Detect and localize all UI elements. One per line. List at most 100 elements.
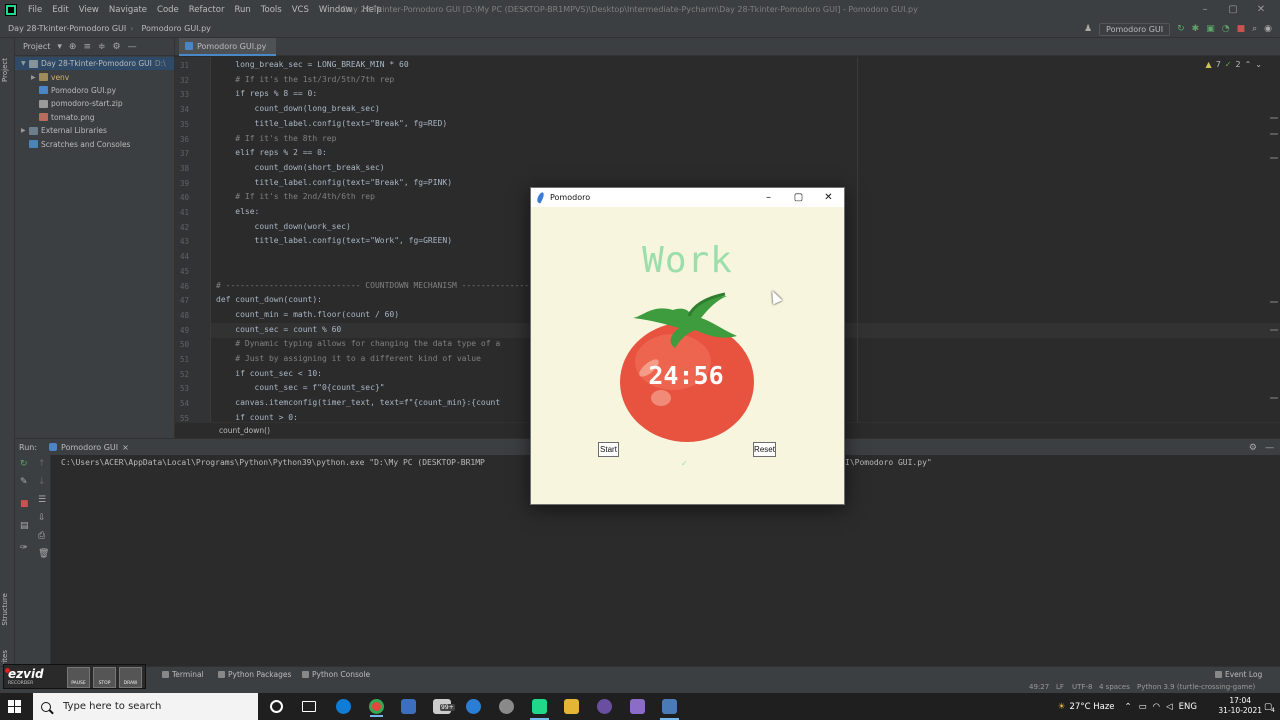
line-separator[interactable]: LF <box>1056 683 1064 691</box>
ezvid-draw-button[interactable]: DRAW <box>119 667 142 688</box>
menu-navigate[interactable]: Navigate <box>104 5 152 15</box>
chevron-up-icon[interactable]: ⌃ <box>1125 702 1132 712</box>
chevron-right-icon[interactable]: ▶ <box>21 127 29 134</box>
expand-all-icon[interactable]: ≡ <box>83 42 91 52</box>
minimize-icon[interactable]: – <box>1198 3 1212 17</box>
tree-item-venv[interactable]: ▶ venv <box>15 70 174 83</box>
taskbar-search-box[interactable]: Type here to search <box>33 693 258 720</box>
print-icon[interactable]: ⎙ <box>38 531 45 541</box>
menu-edit[interactable]: Edit <box>47 5 73 15</box>
collapse-all-icon[interactable]: ≑ <box>98 42 106 52</box>
scroll-to-end-icon[interactable]: ⇩ <box>38 513 46 523</box>
chevron-down-icon[interactable]: ⌄ <box>1255 60 1262 69</box>
editor-breadcrumb-function[interactable]: count_down() <box>219 426 270 435</box>
network-icon[interactable]: ◠ <box>1153 702 1160 712</box>
minimize-icon[interactable]: – <box>761 190 776 205</box>
tree-item-tomato-png[interactable]: tomato.png <box>15 111 174 124</box>
run-config-selector[interactable]: Pomodoro GUI <box>1099 22 1171 36</box>
file-encoding[interactable]: UTF-8 <box>1072 683 1092 691</box>
python-console-tool-button[interactable]: Python Console <box>302 670 370 679</box>
trash-icon[interactable]: 🗑 <box>38 549 49 559</box>
debug-icon[interactable]: ✱ <box>1192 24 1200 34</box>
close-icon[interactable]: × <box>122 443 129 452</box>
menu-view[interactable]: View <box>74 5 104 15</box>
event-log-button[interactable]: Event Log <box>1215 670 1262 679</box>
ezvid-stop-button[interactable]: STOP <box>93 667 116 688</box>
start-button[interactable]: Start <box>598 442 619 457</box>
taskbar-clock[interactable]: 17:04 31-10-2021 <box>1218 696 1262 716</box>
user-icon[interactable]: ♟ <box>1084 24 1092 34</box>
coverage-icon[interactable]: ▣ <box>1206 24 1215 34</box>
indent-setting[interactable]: 4 spaces <box>1099 683 1130 691</box>
gear-icon[interactable]: ⚙ <box>113 42 121 52</box>
stop-icon[interactable]: ■ <box>20 499 29 509</box>
menu-tools[interactable]: Tools <box>256 5 287 15</box>
maximize-icon[interactable]: ▢ <box>1226 3 1240 17</box>
profile-icon[interactable]: ◔ <box>1222 24 1230 34</box>
layout-icon[interactable]: ▤ <box>20 521 29 531</box>
tree-item-pomodoro-py[interactable]: Pomodoro GUI.py <box>15 84 174 97</box>
project-tool-tab[interactable]: Project <box>1 58 13 82</box>
ide-update-icon[interactable]: ◉ <box>1264 24 1272 34</box>
menu-code[interactable]: Code <box>152 5 184 15</box>
chevron-down-icon[interactable]: ▼ <box>21 60 29 67</box>
search-everywhere-icon[interactable]: ⌕ <box>1252 24 1257 34</box>
settings-app-icon[interactable] <box>499 699 514 714</box>
chrome-icon[interactable] <box>369 699 384 717</box>
gear-icon[interactable]: ⚙ <box>1249 443 1257 453</box>
chevron-up-icon[interactable]: ⌃ <box>1245 60 1252 69</box>
terminal-tool-button[interactable]: Terminal <box>162 670 204 679</box>
task-view-icon[interactable] <box>302 701 316 712</box>
pomodoro-titlebar[interactable]: Pomodoro – ▢ ✕ <box>531 188 844 207</box>
menu-refactor[interactable]: Refactor <box>184 5 230 15</box>
maximize-icon[interactable]: ▢ <box>791 190 806 205</box>
editor-tab-pomodoro-gui[interactable]: Pomodoro GUI.py <box>179 38 277 56</box>
inspection-status[interactable]: ▲ 7 ✓ 2 ⌃ ⌄ <box>1206 60 1262 69</box>
cortana-icon[interactable] <box>270 700 283 713</box>
arrow-down-icon[interactable]: ↓ <box>38 477 46 487</box>
pycharm-taskbar-icon[interactable] <box>530 699 549 720</box>
rerun-icon[interactable]: ↻ <box>1177 24 1185 34</box>
python-packages-tool-button[interactable]: Python Packages <box>218 670 291 679</box>
breadcrumb-file[interactable]: Pomodoro GUI.py <box>133 24 214 33</box>
wrench-icon[interactable]: ✎ <box>20 477 28 487</box>
menu-run[interactable]: Run <box>229 5 255 15</box>
pin-icon[interactable]: ✑ <box>20 543 28 553</box>
tree-item-project-root[interactable]: ▼ Day 28-Tkinter-Pomodoro GUI D:\ <box>15 57 174 71</box>
app-icon[interactable] <box>401 699 416 714</box>
battery-icon[interactable]: ▭ <box>1139 702 1147 712</box>
reset-button[interactable]: Reset <box>753 442 776 457</box>
file-explorer-icon[interactable] <box>564 699 579 714</box>
cursor-position[interactable]: 49:27 <box>1029 683 1049 691</box>
mail-icon[interactable]: 99+ <box>433 699 455 714</box>
tkinter-taskbar-icon[interactable] <box>660 699 679 720</box>
close-icon[interactable]: ✕ <box>821 190 836 205</box>
tree-item-scratches[interactable]: Scratches and Consoles <box>15 137 174 150</box>
volume-icon[interactable]: ◁ <box>1166 702 1173 712</box>
scrollbar-markers[interactable] <box>1270 57 1278 422</box>
dropdown-icon[interactable]: ▾ <box>57 42 62 52</box>
close-icon[interactable]: ✕ <box>1254 3 1268 17</box>
windows-start-icon[interactable] <box>8 700 21 713</box>
weather-text[interactable]: 27°C Haze <box>1070 702 1115 712</box>
arrow-up-icon[interactable]: ↑ <box>38 459 46 469</box>
tree-item-zip[interactable]: pomodoro-start.zip <box>15 97 174 110</box>
stop-icon[interactable]: ■ <box>1237 24 1246 34</box>
menu-file[interactable]: File <box>23 5 47 15</box>
app3-icon[interactable] <box>630 699 645 714</box>
edge-icon[interactable] <box>336 699 351 714</box>
app2-icon[interactable] <box>597 699 612 714</box>
run-tab-pomodoro-gui[interactable]: Pomodoro GUI × <box>49 443 129 452</box>
hide-icon[interactable]: — <box>1265 443 1274 453</box>
breadcrumb-project[interactable]: Day 28-Tkinter-Pomodoro GUI <box>0 24 130 33</box>
structure-tool-tab[interactable]: Structure <box>1 593 13 626</box>
hide-icon[interactable]: — <box>128 42 137 52</box>
messenger-icon[interactable] <box>466 699 481 714</box>
soft-wrap-icon[interactable]: ☰ <box>38 495 46 505</box>
locate-icon[interactable]: ⊕ <box>69 42 77 52</box>
menu-vcs[interactable]: VCS <box>287 5 314 15</box>
chevron-right-icon[interactable]: ▶ <box>31 74 39 81</box>
rerun-icon[interactable]: ↻ <box>20 459 28 469</box>
notification-icon[interactable]: ▢ 4 <box>1264 702 1275 714</box>
ezvid-pause-button[interactable]: PAUSE <box>67 667 90 688</box>
